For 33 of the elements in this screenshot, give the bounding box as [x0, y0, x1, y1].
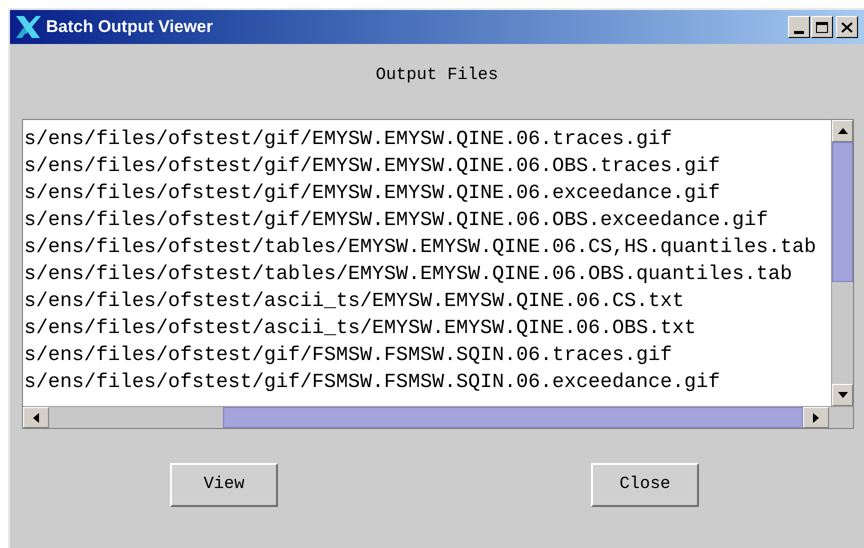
window-title: Batch Output Viewer [46, 16, 214, 38]
scroll-thumb[interactable] [832, 142, 853, 282]
file-list-item[interactable]: s/ens/files/ofstest/gif/EMYSW.EMYSW.QINE.06.OBS.traces.gif [23, 153, 831, 180]
maximize-icon [816, 22, 828, 32]
horizontal-scroll-thumb[interactable] [223, 407, 803, 428]
maximize-button[interactable] [811, 16, 833, 38]
left-arrow-icon [33, 412, 39, 422]
file-list-item[interactable]: s/ens/files/ofstest/gif/EMYSW.EMYSW.QINE.06.OBS.exceedance.gif [23, 207, 831, 234]
file-list-item[interactable]: s/ens/files/ofstest/gif/EMYSW.EMYSW.QINE.06.traces.gif [23, 126, 831, 153]
file-list-item[interactable]: s/ens/files/ofstest/gif/FSMSW.FSMSW.SQIN.06.exceedance.gif [23, 369, 831, 396]
horizontal-scrollbar[interactable] [23, 406, 853, 428]
file-list-item[interactable]: s/ens/files/ofstest/ascii_ts/EMYSW.EMYSW.QINE.06.CS.txt [23, 288, 831, 315]
close-window-button[interactable] [836, 16, 858, 38]
vertical-scrollbar[interactable] [831, 120, 853, 406]
minimize-icon [794, 31, 804, 34]
minimize-button[interactable] [788, 16, 810, 38]
file-list-item[interactable]: s/ens/files/ofstest/gif/EMYSW.EMYSW.QINE.06.exceedance.gif [23, 180, 831, 207]
file-list-item[interactable]: s/ens/files/ofstest/gif/FSMSW.FSMSW.SQIN.06.traces.gif [23, 342, 831, 369]
file-list-item[interactable]: s/ens/files/ofstest/ascii_ts/EMYSW.EMYSW.QINE.06.OBS.txt [23, 315, 831, 342]
right-arrow-icon [813, 412, 819, 422]
file-list-item[interactable]: s/ens/files/ofstest/tables/EMYSW.EMYSW.QINE.06.OBS.quantiles.tab [23, 261, 831, 288]
down-arrow-icon [838, 392, 848, 398]
close-button[interactable]: Close [591, 463, 699, 507]
scroll-left-button[interactable] [23, 407, 49, 428]
view-button[interactable]: View [170, 463, 278, 507]
scroll-right-button[interactable] [803, 407, 829, 428]
scroll-down-button[interactable] [832, 384, 853, 406]
list-heading: Output Files [376, 65, 498, 87]
file-list-item[interactable]: s/ens/files/ofstest/tables/EMYSW.EMYSW.QINE.06.CS,HS.quantiles.tab [23, 234, 831, 261]
close-icon [841, 22, 853, 32]
app-logo-icon [14, 14, 42, 40]
scroll-up-button[interactable] [832, 120, 853, 142]
up-arrow-icon [838, 128, 848, 134]
